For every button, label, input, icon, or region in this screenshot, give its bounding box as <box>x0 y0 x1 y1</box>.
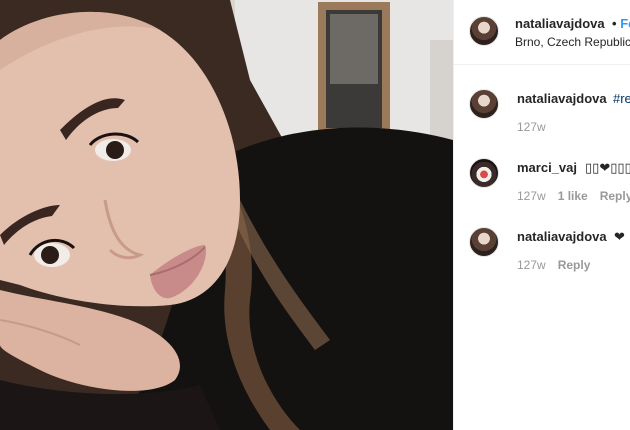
avatar-icon[interactable] <box>469 227 499 257</box>
follow-link[interactable]: • Fo <box>612 16 630 31</box>
comment-time[interactable]: 127w <box>517 258 546 272</box>
reply-button[interactable]: Reply <box>558 258 591 272</box>
emoji-placeholder: ▯▯ <box>585 160 600 175</box>
selfie-image <box>0 0 453 430</box>
emoji-placeholder: ▯▯▯ <box>610 160 630 175</box>
comment-username[interactable]: nataliavajdova <box>517 229 607 244</box>
comment-meta: 127w Reply <box>517 258 602 272</box>
comment-text[interactable]: #re <box>613 91 630 106</box>
comment-time[interactable]: 127w <box>517 120 546 134</box>
post-header: nataliavajdova • Fo Brno, Czech Republic <box>454 0 630 65</box>
separator-dot: • <box>612 16 617 31</box>
post-photo[interactable] <box>0 0 453 430</box>
comment-text: ▯▯❤▯▯▯ <box>585 160 630 176</box>
avatar-icon[interactable] <box>469 89 499 119</box>
comment-username[interactable]: marci_vaj <box>517 160 577 175</box>
avatar-icon[interactable] <box>469 158 499 188</box>
location-link[interactable]: Brno, Czech Republic <box>515 35 630 49</box>
reply-button[interactable]: Reply <box>600 189 630 203</box>
comment-meta: 127w 1 like Reply <box>517 189 630 203</box>
post-sidebar: nataliavajdova • Fo Brno, Czech Republic… <box>453 0 630 430</box>
avatar-icon[interactable] <box>469 16 499 46</box>
comment-username[interactable]: nataliavajdova <box>517 91 607 106</box>
heart-emoji: ❤ <box>599 160 611 175</box>
follow-label[interactable]: Fo <box>620 16 630 31</box>
comment-time[interactable]: 127w <box>517 189 546 203</box>
header-username[interactable]: nataliavajdova <box>515 16 605 31</box>
comment-text: ❤ <box>614 229 625 244</box>
comment-meta: 127w <box>517 120 558 134</box>
comment-likes[interactable]: 1 like <box>558 189 588 203</box>
